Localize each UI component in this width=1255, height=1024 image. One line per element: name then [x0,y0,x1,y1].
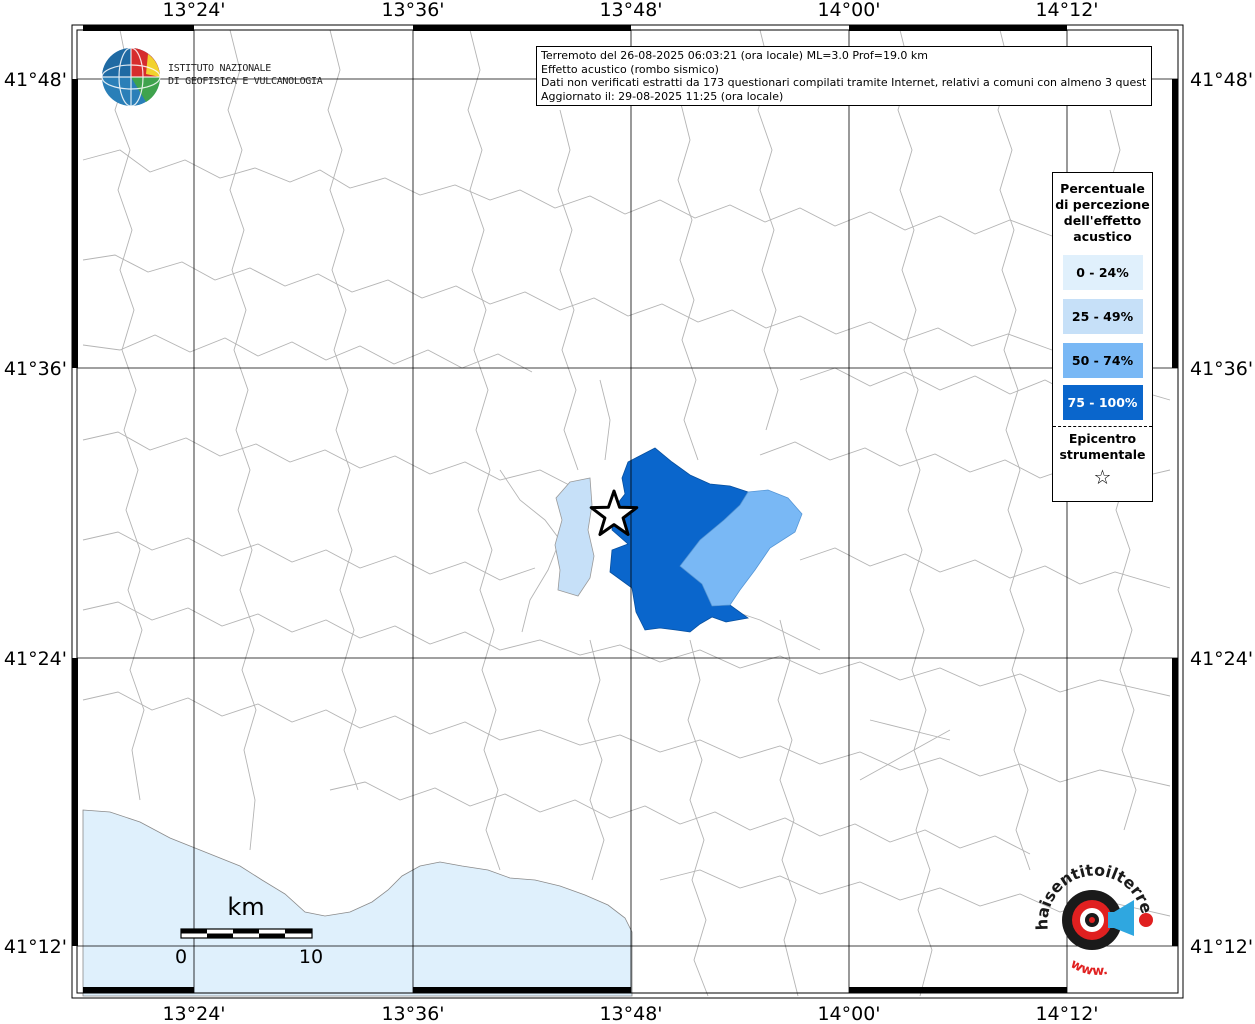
lon-tick-top-2: 13°36' [381,0,444,21]
lat-tick-right-4: 41°12' [1190,936,1253,958]
haisentito-text-bottom: www. [1068,957,1109,979]
globe-icon [101,47,161,107]
event-info-box: Terremoto del 26-08-2025 06:03:21 (ora l… [536,46,1152,106]
lat-tick-right-3: 41°24' [1190,648,1253,670]
scale-start: 0 [175,946,187,968]
lon-tick-bottom-5: 14°12' [1035,1003,1098,1024]
lat-tick-left-2: 41°36' [4,358,67,380]
legend-item-0-24: 0 - 24% [1062,255,1143,290]
lon-tick-top-4: 14°00' [817,0,880,21]
lon-tick-bottom-3: 13°48' [599,1003,662,1024]
event-updated: Aggiornato il: 29-08-2025 11:25 (ora loc… [541,89,784,103]
legend-title: Percentuale di percezione dell'effetto a… [1055,181,1150,244]
svg-text:www.: www. [1068,957,1109,979]
lon-tick-bottom-1: 13°24' [162,1003,225,1024]
legend-item-25-49: 25 - 49% [1062,299,1143,334]
legend-label-0-24: 0 - 24% [1076,265,1129,280]
lat-tick-right-2: 41°36' [1190,358,1253,380]
legend: Percentuale di percezione dell'effetto a… [1052,172,1153,502]
scale-end: 10 [299,946,323,968]
lat-tick-left-1: 41°48' [4,69,67,91]
lon-tick-bottom-4: 14°00' [817,1003,880,1024]
legend-label-25-49: 25 - 49% [1071,309,1134,324]
legend-separator [1053,426,1152,427]
lon-tick-top-1: 13°24' [162,0,225,21]
legend-item-75-100: 75 - 100% [1062,385,1143,420]
ingv-name: ISTITUTO NAZIONALE DI GEOFISICA E VULCAN… [168,62,323,88]
legend-item-50-74: 50 - 74% [1062,343,1143,378]
ingv-name-line1: ISTITUTO NAZIONALE [168,63,271,74]
lat-tick-left-4: 41°12' [4,936,67,958]
scale-unit: km [227,893,264,921]
scale-bar [180,928,313,939]
lon-tick-top-3: 13°48' [599,0,662,21]
lat-tick-right-1: 41°48' [1190,69,1253,91]
legend-label-50-74: 50 - 74% [1071,353,1134,368]
ingv-logo: ISTITUTO NAZIONALE DI GEOFISICA E VULCAN… [100,46,323,110]
lon-tick-bottom-2: 13°36' [381,1003,444,1024]
legend-star-icon: ☆ [1093,465,1112,489]
ingv-name-line2: DI GEOFISICA E VULCANOLOGIA [168,76,323,87]
event-data-note: Dati non verificati estratti da 173 ques… [541,76,1147,90]
haisentito-logo: haisentitoilterremoto.it www. [1030,862,1156,979]
lon-tick-top-5: 14°12' [1035,0,1098,21]
lat-tick-left-3: 41°24' [4,648,67,670]
event-effect: Effetto acustico (rombo sismico) [541,62,719,76]
legend-label-75-100: 75 - 100% [1067,395,1138,410]
event-title: Terremoto del 26-08-2025 06:03:21 (ora l… [541,49,929,62]
legend-epicenter-label: Epicentro strumentale [1059,431,1146,462]
area-0-24 [554,477,595,597]
